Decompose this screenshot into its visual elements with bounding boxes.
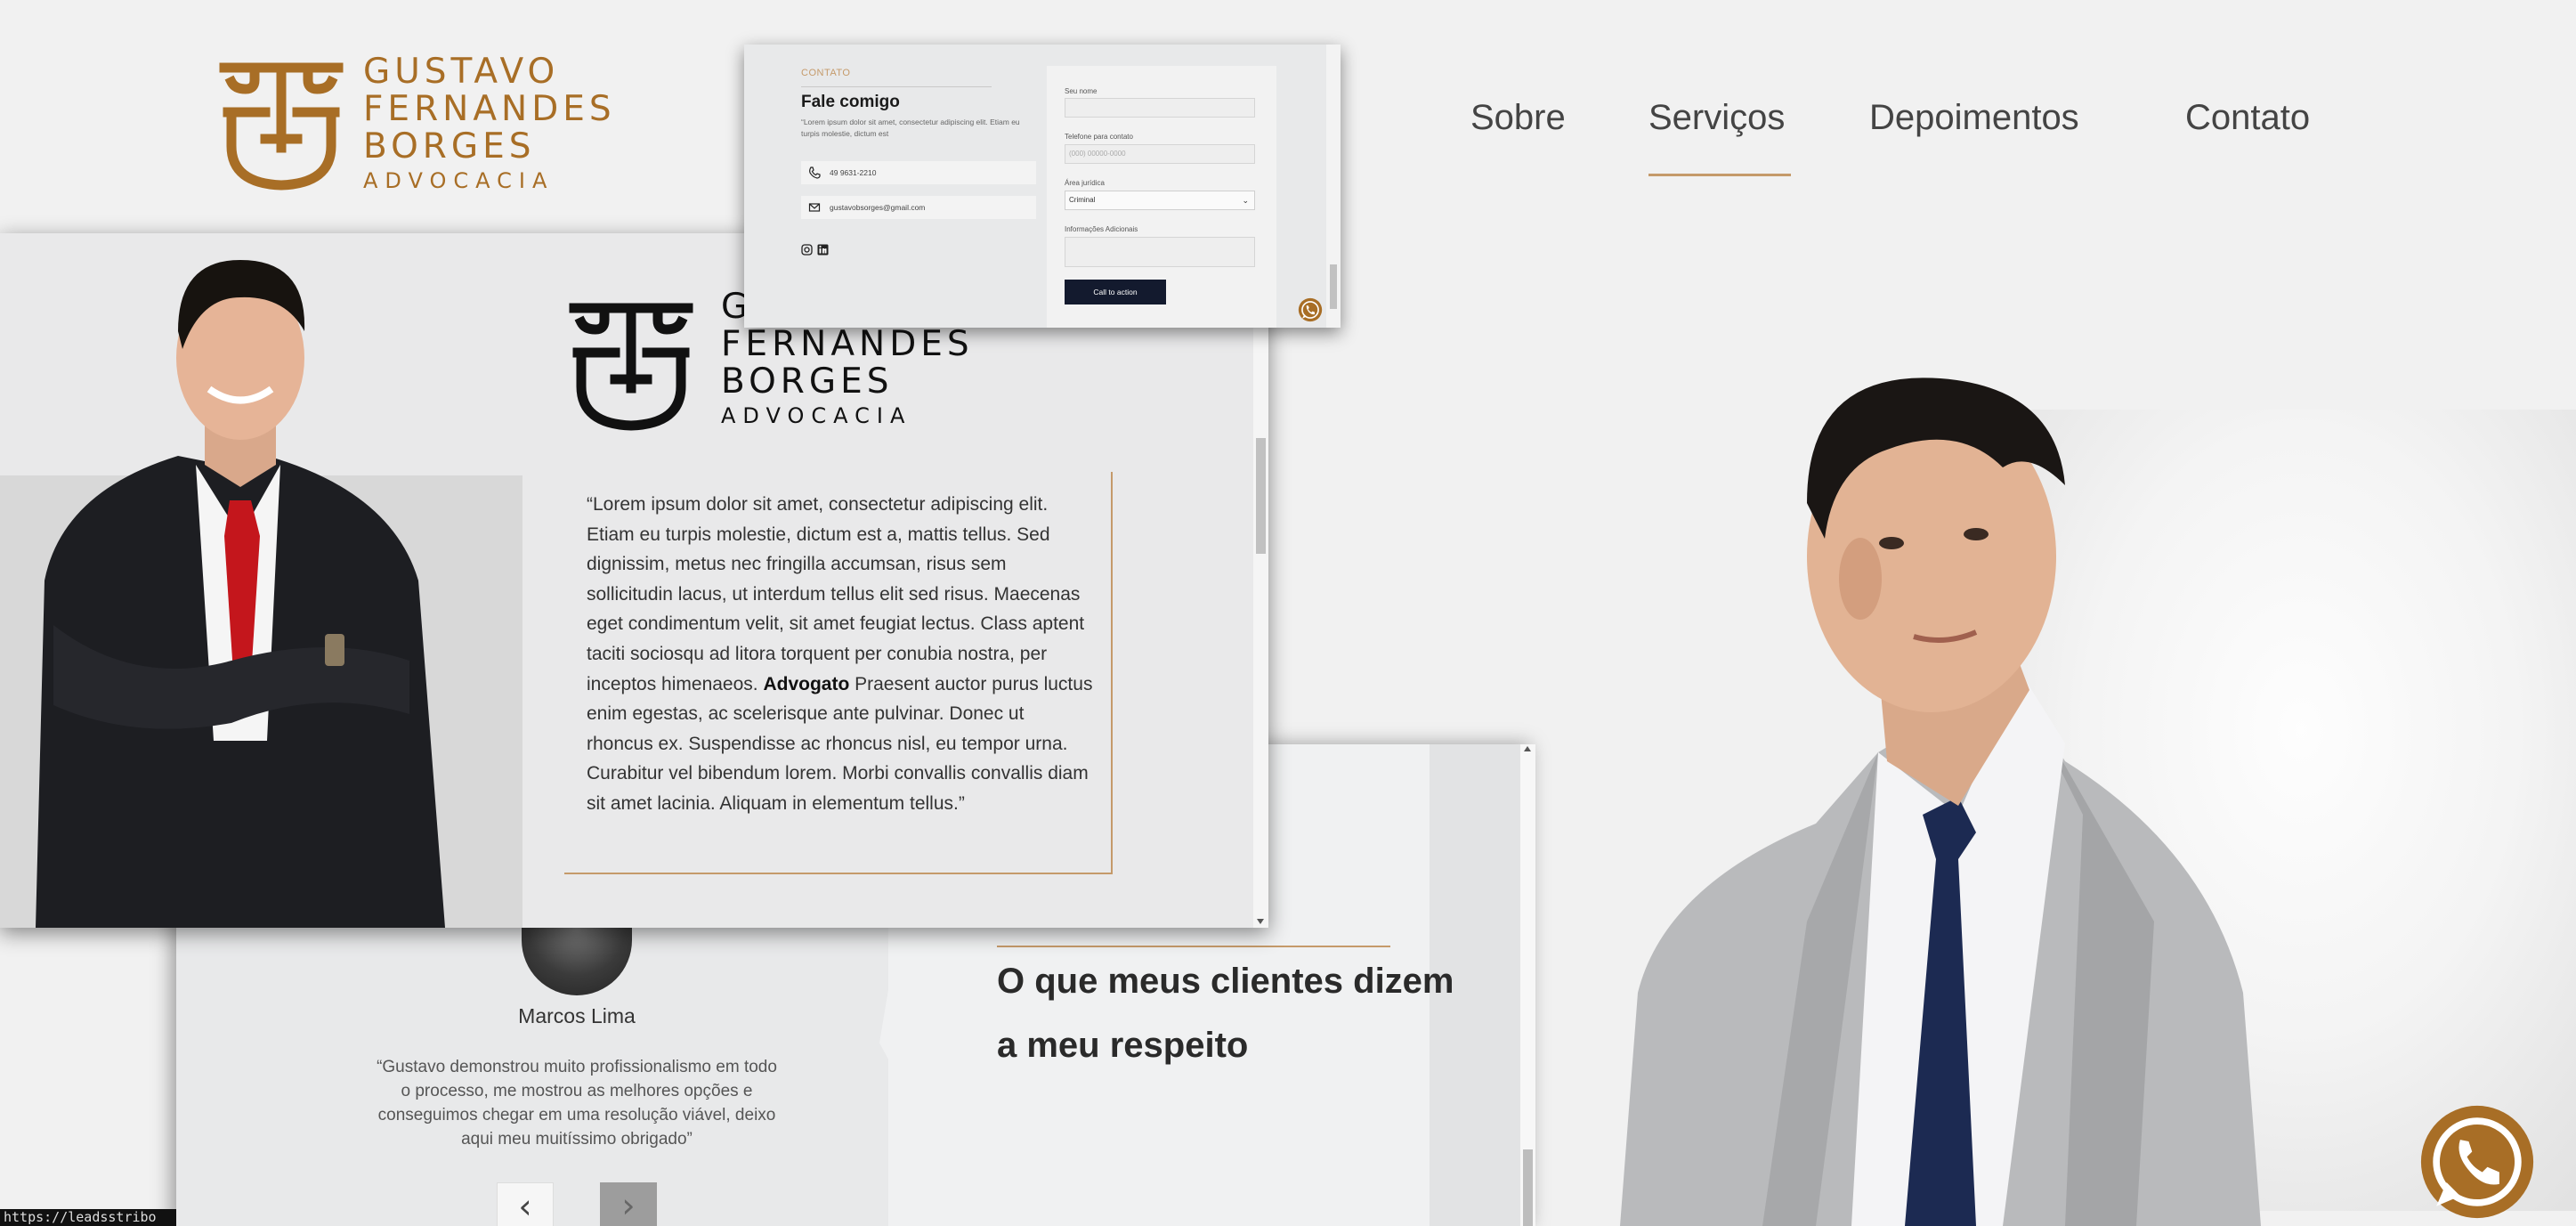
- nav-label: Depoimentos: [1869, 98, 2079, 137]
- phone-icon: [809, 166, 821, 179]
- chevron-right-icon: ›: [621, 1186, 636, 1225]
- nav-label: Serviços: [1648, 98, 1786, 137]
- hero-portrait: [1620, 378, 2261, 1226]
- anchor-scale-logo-icon: [219, 62, 344, 191]
- contact-email-text: gustavobsorges@gmail.com: [830, 203, 926, 212]
- contact-phone[interactable]: 49 9631-2210: [801, 161, 1036, 184]
- about-section: G FERNANDES BORGES ADVOCACIA “Lorem ipsu…: [0, 233, 1268, 928]
- about-quote-part-1: “Lorem ipsum dolor sit amet, consectetur…: [587, 494, 1085, 694]
- nav-sobre[interactable]: Sobre: [1470, 98, 1566, 142]
- name-label: Seu nome: [1065, 87, 1098, 95]
- nav-servicos[interactable]: Serviços: [1648, 98, 1785, 142]
- section-title-rule: [997, 946, 1390, 947]
- site-logo[interactable]: GUSTAVO FERNANDES BORGES ADVOCACIA: [219, 50, 620, 193]
- about-quote: “Lorem ipsum dolor sit amet, consectetur…: [587, 490, 1094, 819]
- contact-kicker: CONTATO: [801, 68, 851, 78]
- scroll-down-arrow-icon[interactable]: [1257, 919, 1264, 924]
- logo-subtitle: ADVOCACIA: [363, 168, 555, 193]
- reviewer-quote: “Gustavo demonstrou muito profissionalis…: [377, 1058, 777, 1149]
- about-logo-line-3: BORGES: [721, 361, 894, 402]
- nav-contato[interactable]: Contato: [2185, 98, 2310, 142]
- nav-label: Contato: [2185, 98, 2311, 137]
- about-quote-part-2: Praesent auctor purus luctus enim egesta…: [587, 673, 1093, 814]
- whatsapp-icon[interactable]: [1298, 297, 1323, 322]
- testimonials-scrollbar[interactable]: [1520, 744, 1535, 1226]
- slider-prev-button[interactable]: ‹: [497, 1182, 554, 1226]
- nav-label: Sobre: [1470, 98, 1566, 137]
- info-label: Informações Adicionais: [1065, 225, 1138, 233]
- call-to-action-button[interactable]: Call to action: [1065, 280, 1166, 304]
- contact-lead: “Lorem ipsum dolor sit amet, consectetur…: [801, 118, 1020, 138]
- contact-divider: [801, 86, 992, 87]
- scrollbar-thumb[interactable]: [1256, 438, 1266, 554]
- chevron-left-icon: ‹: [518, 1187, 532, 1226]
- contact-phone-text: 49 9631-2210: [830, 168, 877, 177]
- about-quote-bold: Advogato: [763, 673, 850, 694]
- area-select[interactable]: Criminal ⌄: [1065, 191, 1255, 210]
- nav-active-indicator: [1648, 174, 1791, 176]
- phone-input[interactable]: (000) 00000-0000: [1065, 144, 1255, 164]
- logo-line-1: GUSTAVO: [363, 52, 560, 92]
- area-label: Área jurídica: [1065, 179, 1105, 187]
- phone-label: Telefone para contato: [1065, 133, 1133, 141]
- name-input[interactable]: [1065, 98, 1255, 118]
- contact-scrollbar[interactable]: [1326, 45, 1341, 328]
- scrollbar-thumb[interactable]: [1523, 1149, 1533, 1226]
- status-bar-url: https://leadsstribo: [0, 1209, 176, 1226]
- slider-next-button[interactable]: ›: [600, 1182, 657, 1226]
- reviewer-name: Marcos Lima: [518, 1004, 636, 1027]
- info-textarea[interactable]: [1065, 237, 1255, 267]
- instagram-icon[interactable]: [801, 244, 813, 256]
- nav-depoimentos[interactable]: Depoimentos: [1869, 98, 2079, 142]
- about-logo-line-2: FERNANDES: [721, 324, 974, 364]
- contact-section: CONTATO Fale comigo “Lorem ipsum dolor s…: [744, 45, 1341, 328]
- chevron-down-icon: ⌄: [1242, 196, 1249, 205]
- linkedin-icon[interactable]: [817, 244, 829, 256]
- whatsapp-icon[interactable]: [2419, 1104, 2535, 1220]
- about-scrollbar[interactable]: [1253, 233, 1268, 928]
- anchor-scale-logo-icon: [569, 303, 693, 431]
- testimonials-title: O que meus clientes dizem a meu respeito: [997, 962, 1454, 1065]
- scroll-up-arrow-icon[interactable]: [1524, 746, 1531, 751]
- about-logo-subtitle: ADVOCACIA: [721, 403, 912, 428]
- logo-line-3: BORGES: [363, 126, 536, 166]
- logo-line-2: FERNANDES: [363, 89, 616, 129]
- about-portrait: [36, 260, 445, 928]
- mail-icon: [808, 203, 821, 212]
- scrollbar-thumb[interactable]: [1330, 264, 1337, 309]
- area-select-value: Criminal: [1069, 196, 1096, 204]
- contact-email[interactable]: gustavobsorges@gmail.com: [801, 196, 1036, 219]
- contact-title: Fale comigo: [801, 93, 900, 111]
